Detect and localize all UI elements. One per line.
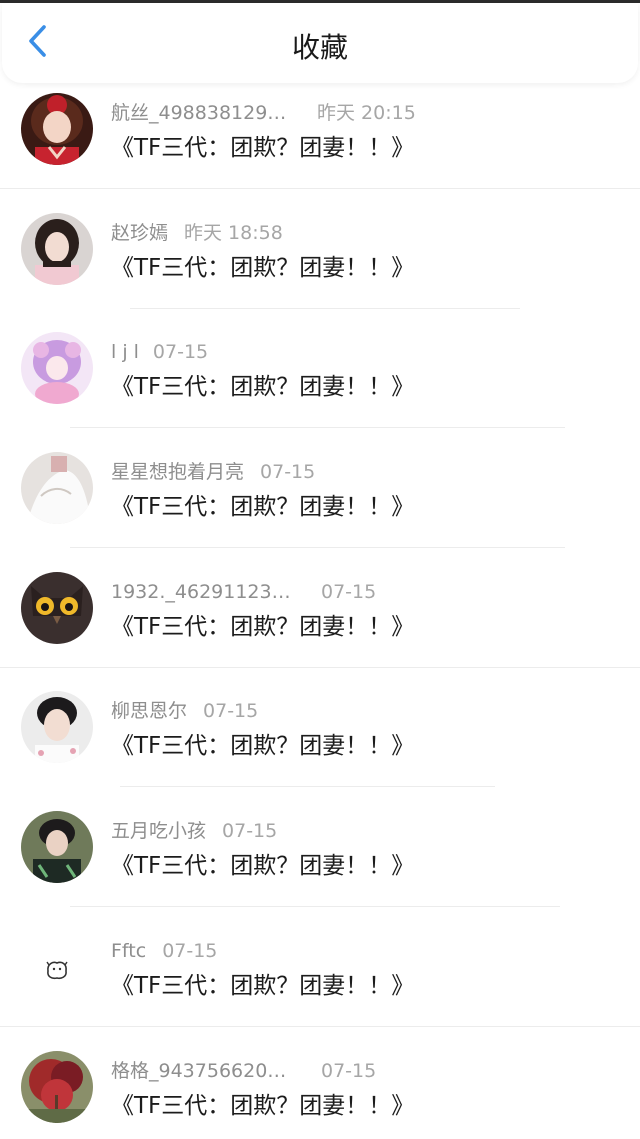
list-item[interactable]: 柳思恩尔 07-15 《TF三代：团欺？团妻！！》	[0, 681, 640, 801]
avatar[interactable]	[21, 452, 93, 525]
divider	[0, 1025, 640, 1027]
item-time: 昨天 18:58	[184, 221, 283, 244]
item-title: 《TF三代：团欺？团妻！！》	[111, 135, 415, 161]
list-item[interactable]: 格格_943756620… 07-15 《TF三代：团欺？团妻！！》	[0, 1041, 640, 1139]
page-title: 收藏	[291, 31, 348, 64]
divider	[70, 547, 565, 549]
avatar[interactable]	[21, 212, 93, 285]
item-meta: 赵珍嫣 昨天 18:58	[111, 219, 283, 247]
divider	[70, 427, 565, 429]
user-name: 柳思恩尔	[111, 700, 188, 723]
item-time: 昨天 20:15	[317, 102, 416, 124]
item-time: 07-15	[321, 1059, 377, 1082]
item-meta: l j l 07-15	[111, 338, 208, 366]
divider	[70, 906, 560, 908]
item-meta: 航丝_498838129… 昨天 20:15	[111, 99, 416, 127]
avatar[interactable]	[21, 1050, 93, 1123]
item-title: 《TF三代：团欺？团妻！！》	[111, 374, 415, 401]
user-name: 五月吃小孩	[111, 820, 207, 843]
list-item[interactable]: 1932._46291123… 07-15 《TF三代：团欺？团妻！！》	[0, 562, 640, 682]
avatar[interactable]	[21, 930, 93, 1003]
user-name: 星星想抱着月亮	[111, 461, 245, 484]
list-item[interactable]: Fftc 07-15 《TF三代：团欺？团妻！！》	[0, 921, 640, 1041]
item-time: 07-15	[152, 341, 209, 364]
user-name: 赵珍嫣	[111, 221, 169, 244]
divider	[130, 307, 520, 309]
list-item[interactable]: 星星想抱着月亮 07-15 《TF三代：团欺？团妻！！》	[0, 442, 640, 562]
item-meta: 格格_943756620… 07-15	[111, 1057, 376, 1085]
item-title: 《TF三代：团欺？团妻！！》	[111, 494, 415, 521]
list-item[interactable]: 航丝_498838129… 昨天 20:15 《TF三代：团欺？团妻！！》	[0, 83, 640, 203]
user-name: l j l	[111, 341, 139, 364]
list-item[interactable]: 赵珍嫣 昨天 18:58 《TF三代：团欺？团妻！！》	[0, 203, 640, 323]
item-time: 07-15	[260, 461, 316, 484]
avatar[interactable]	[21, 93, 93, 165]
list-item[interactable]: 五月吃小孩 07-15 《TF三代：团欺？团妻！！》	[0, 801, 640, 921]
item-meta: 1932._46291123… 07-15	[111, 578, 376, 606]
item-title: 《TF三代：团欺？团妻！！》	[111, 1092, 415, 1119]
user-name: 1932._46291123…	[111, 580, 291, 603]
user-name: 航丝_498838129…	[111, 102, 287, 124]
item-title: 《TF三代：团欺？团妻！！》	[111, 733, 415, 760]
item-meta: 柳思恩尔 07-15	[111, 697, 258, 725]
divider	[0, 188, 640, 189]
item-time: 07-15	[222, 820, 278, 843]
item-time: 07-15	[321, 580, 377, 603]
item-meta: 五月吃小孩 07-15	[111, 817, 277, 845]
item-title: 《TF三代：团欺？团妻！！》	[111, 613, 415, 640]
user-name: Fftc	[111, 939, 147, 962]
avatar[interactable]	[21, 811, 93, 884]
divider	[120, 786, 495, 788]
user-name: 格格_943756620…	[111, 1059, 287, 1082]
header-bar: 收藏	[2, 3, 638, 83]
item-time: 07-15	[203, 700, 259, 723]
item-time: 07-15	[162, 939, 218, 962]
favorites-screen: 收藏 航丝_498838129… 昨天 20:15 《TF三代：团欺？团妻！！》	[0, 0, 640, 1139]
divider	[0, 666, 640, 668]
avatar[interactable]	[21, 571, 93, 644]
item-meta: Fftc 07-15	[111, 937, 217, 965]
item-title: 《TF三代：团欺？团妻！！》	[111, 853, 415, 880]
favorites-list: 航丝_498838129… 昨天 20:15 《TF三代：团欺？团妻！！》 赵珍嫣…	[0, 83, 640, 1139]
avatar[interactable]	[21, 691, 93, 764]
item-title: 《TF三代：团欺？团妻！！》	[111, 254, 415, 281]
avatar[interactable]	[21, 332, 93, 405]
list-item[interactable]: l j l 07-15 《TF三代：团欺？团妻！！》	[0, 322, 640, 442]
item-title: 《TF三代：团欺？团妻！！》	[111, 972, 415, 999]
item-meta: 星星想抱着月亮 07-15	[111, 458, 315, 486]
